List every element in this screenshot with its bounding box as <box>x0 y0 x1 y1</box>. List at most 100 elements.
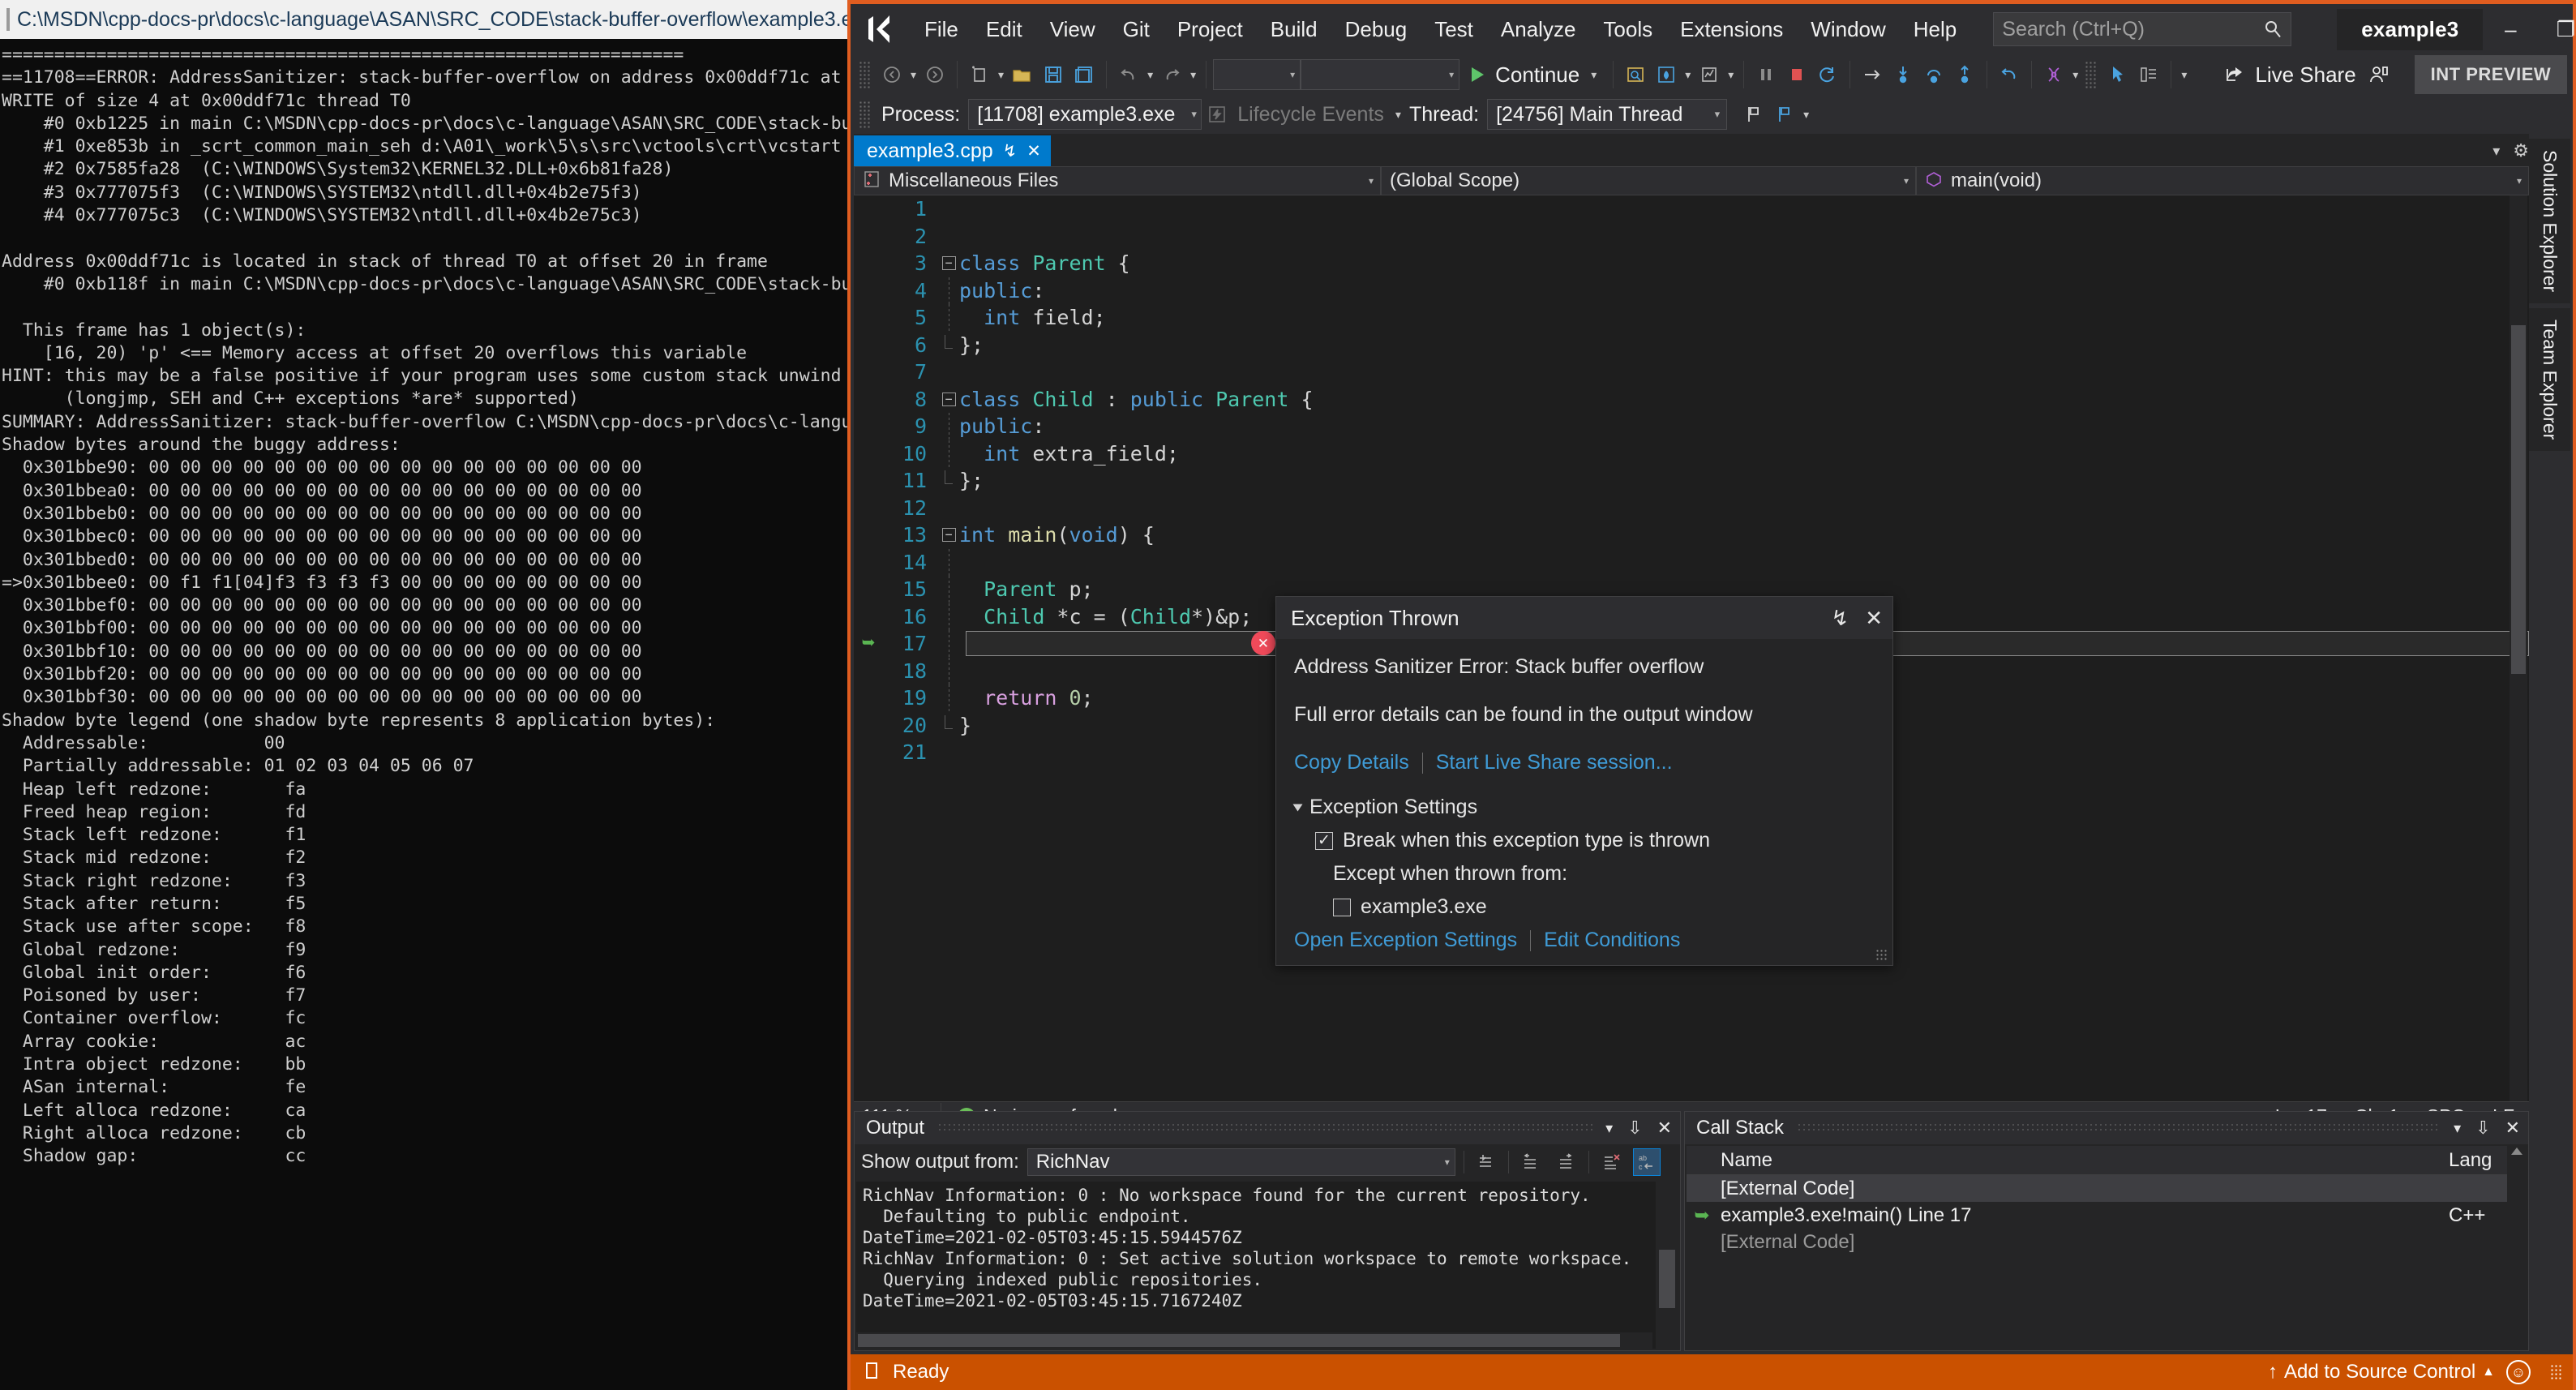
code-line[interactable]: 8− class Child : public Parent { <box>854 386 2529 414</box>
step-into-icon[interactable] <box>1888 58 1918 91</box>
output-horizontal-scrollbar[interactable] <box>856 1332 1652 1349</box>
output-source-combo[interactable]: RichNav ▾ <box>1027 1148 1455 1176</box>
search-input[interactable] <box>2002 17 2264 41</box>
close-icon[interactable]: ✕ <box>1865 606 1883 631</box>
open-exception-settings-link[interactable]: Open Exception Settings <box>1294 929 1517 952</box>
new-project-dropdown-icon[interactable]: ▾ <box>995 68 1007 82</box>
stop-debugging-icon[interactable] <box>1781 58 1812 91</box>
save-all-icon[interactable] <box>1069 58 1099 91</box>
editor-scrollbar-thumb[interactable] <box>2511 325 2526 674</box>
project-scope-dropdown-icon[interactable]: ▾ <box>1356 175 1374 187</box>
code-line[interactable]: 12 <box>854 495 2529 522</box>
code-line[interactable]: 2 <box>854 223 2529 251</box>
menu-build[interactable]: Build <box>1257 11 1331 49</box>
tab-overflow-icon[interactable]: ▾ <box>2492 143 2500 160</box>
threads-icon[interactable] <box>2038 58 2069 91</box>
exception-error-icon[interactable]: ✕ <box>1251 631 1275 655</box>
call-stack-dropdown-icon[interactable]: ▾ <box>2454 1120 2461 1137</box>
thread-combo[interactable]: [24756] Main Thread ▾ <box>1487 99 1728 130</box>
redo-icon[interactable] <box>1156 58 1187 91</box>
code-line[interactable]: 11}; <box>854 467 2529 495</box>
call-stack-col-name[interactable]: Name <box>1717 1149 2449 1172</box>
new-project-icon[interactable] <box>964 58 995 91</box>
expander-triangle-icon[interactable] <box>1292 804 1303 811</box>
output-pin-icon[interactable]: ⇩ <box>1627 1118 1642 1139</box>
find-message-icon[interactable] <box>1472 1148 1500 1176</box>
show-next-statement-icon[interactable] <box>1857 58 1888 91</box>
undo-dropdown-icon[interactable]: ▾ <box>1144 68 1156 82</box>
diagnostic-dropdown-icon[interactable]: ▾ <box>1725 68 1737 82</box>
thread-dropdown-icon[interactable]: ▾ <box>1699 108 1721 121</box>
continue-dropdown-icon[interactable]: ▾ <box>1588 68 1600 82</box>
diagnostic-tools-icon[interactable] <box>1694 58 1725 91</box>
pin-icon[interactable]: ↯ <box>1003 141 1018 161</box>
start-live-share-link[interactable]: Start Live Share session... <box>1436 751 1673 774</box>
navigate-backward-dropdown-icon[interactable]: ▾ <box>907 68 919 82</box>
menu-git[interactable]: Git <box>1109 11 1164 49</box>
clear-all-icon[interactable] <box>1597 1148 1625 1176</box>
save-icon[interactable] <box>1038 58 1069 91</box>
output-vertical-scrollbar[interactable] <box>1657 1182 1677 1328</box>
flag-thread-icon[interactable] <box>1738 98 1769 131</box>
break-all-icon[interactable] <box>1751 58 1781 91</box>
add-to-source-control-button[interactable]: ↑ Add to Source Control ▲ <box>2268 1361 2495 1384</box>
menu-window[interactable]: Window <box>1797 11 1899 49</box>
toggle-word-wrap-icon[interactable]: ab c <box>1632 1148 1661 1176</box>
call-stack-panel-grip[interactable] <box>1797 1122 2441 1134</box>
editor-vertical-scrollbar[interactable] <box>2510 195 2527 1116</box>
select-element-icon[interactable] <box>2102 58 2133 91</box>
output-panel-grip[interactable] <box>937 1122 1593 1134</box>
toolbar-grip[interactable] <box>859 61 870 88</box>
member-scope-combo[interactable]: main(void) ▾ <box>1916 166 2529 195</box>
scroll-up-arrow-icon[interactable] <box>2511 1148 2522 1155</box>
notifications-icon[interactable]: ☺ <box>2506 1360 2531 1384</box>
exception-settings-header[interactable]: Exception Settings <box>1292 796 1875 819</box>
call-stack-pin-icon[interactable]: ⇩ <box>2475 1118 2490 1139</box>
menu-project[interactable]: Project <box>1164 11 1257 49</box>
output-hscroll-thumb[interactable] <box>858 1334 1620 1347</box>
code-line[interactable]: 9 public: <box>854 413 2529 440</box>
fold-collapse-icon[interactable]: − <box>938 392 959 406</box>
code-line[interactable]: 7 <box>854 358 2529 386</box>
step-over-icon[interactable] <box>1918 58 1949 91</box>
tab-settings-icon[interactable]: ⚙ <box>2513 140 2529 161</box>
threads-dropdown-icon[interactable]: ▾ <box>2069 68 2081 82</box>
call-stack-row[interactable]: ➥ example3.exe!main() Line 17 C++ <box>1687 1202 2507 1229</box>
rail-tab-solution-explorer[interactable]: Solution Explorer <box>2529 139 2570 304</box>
menu-edit[interactable]: Edit <box>972 11 1036 49</box>
call-stack-row[interactable]: [External Code] <box>1687 1229 2507 1255</box>
menu-view[interactable]: View <box>1036 11 1109 49</box>
attach-to-process-icon[interactable] <box>1620 58 1651 91</box>
close-icon[interactable]: ✕ <box>1027 141 1041 161</box>
menu-file[interactable]: File <box>911 11 972 49</box>
call-stack-scrollbar[interactable] <box>2509 1146 2527 1349</box>
output-vscroll-thumb[interactable] <box>1659 1250 1675 1308</box>
process-overflow-icon[interactable]: ▾ <box>1800 108 1812 122</box>
undo-icon[interactable] <box>1113 58 1144 91</box>
live-visual-tree-icon[interactable] <box>2133 58 2164 91</box>
search-box[interactable] <box>1993 12 2292 46</box>
fold-collapse-icon[interactable]: − <box>938 528 959 543</box>
process-dropdown-icon[interactable]: ▾ <box>1175 108 1197 121</box>
process-combo[interactable]: [11708] example3.exe ▾ <box>968 99 1202 130</box>
show-threads-icon[interactable] <box>1769 98 1800 131</box>
menu-analyze[interactable]: Analyze <box>1487 11 1590 49</box>
process-toolbar-grip[interactable] <box>859 101 870 128</box>
break-when-thrown-checkbox[interactable]: ✓ <box>1315 831 1333 850</box>
exe-exclusion-checkbox[interactable] <box>1333 898 1351 916</box>
tab-example3-cpp[interactable]: example3.cpp ↯ ✕ <box>854 135 1051 166</box>
toolbar-overflow-icon[interactable]: ▾ <box>2178 68 2190 82</box>
call-stack-row[interactable]: [External Code] <box>1687 1175 2507 1202</box>
open-file-icon[interactable] <box>1007 58 1038 91</box>
code-line[interactable]: 3− class Parent { <box>854 250 2529 277</box>
maximize-button[interactable]: ❐ <box>2538 8 2576 50</box>
break-when-thrown-row[interactable]: ✓ Break when this exception type is thro… <box>1315 829 1875 852</box>
live-share-button[interactable]: Live Share <box>2218 58 2362 92</box>
navigate-forward-icon[interactable] <box>919 58 950 91</box>
menu-debug[interactable]: Debug <box>1331 11 1421 49</box>
platform-combo[interactable]: ▾ <box>1301 59 1460 90</box>
menu-test[interactable]: Test <box>1421 11 1487 49</box>
redo-dropdown-icon[interactable]: ▾ <box>1187 68 1199 82</box>
copy-details-link[interactable]: Copy Details <box>1294 751 1409 774</box>
step-out-icon[interactable] <box>1949 58 1980 91</box>
